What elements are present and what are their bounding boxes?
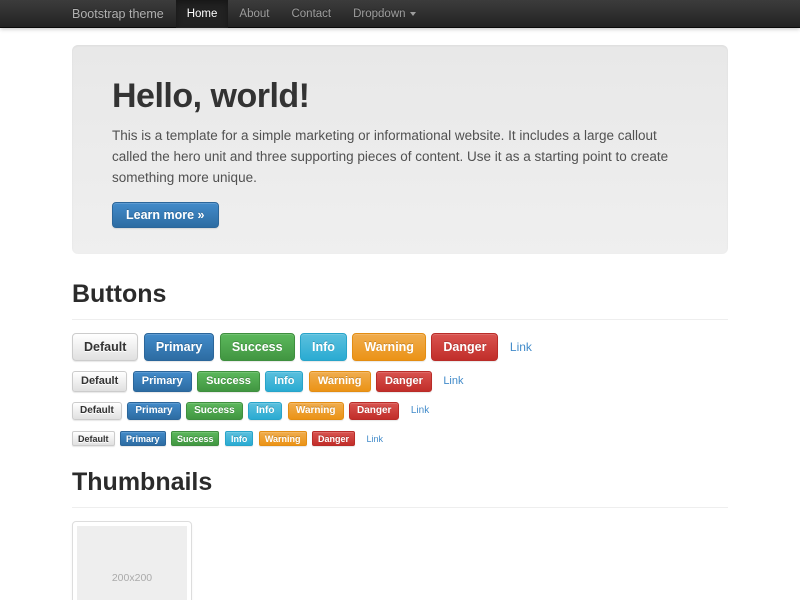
default-button-default[interactable]: Default: [72, 371, 127, 392]
hero-text: This is a template for a simple marketin…: [112, 126, 688, 189]
navbar-menu: HomeAboutContactDropdown: [176, 0, 427, 28]
navbar: Bootstrap theme HomeAboutContactDropdown: [0, 0, 800, 28]
warning-button-default[interactable]: Warning: [309, 371, 371, 392]
link-button-large[interactable]: Link: [510, 340, 532, 354]
success-button-large[interactable]: Success: [220, 333, 295, 361]
primary-button-large[interactable]: Primary: [144, 333, 215, 361]
danger-button-default[interactable]: Danger: [376, 371, 432, 392]
link-button-default[interactable]: Link: [443, 375, 463, 387]
caret-down-icon: [410, 12, 416, 16]
navbar-brand[interactable]: Bootstrap theme: [72, 0, 164, 28]
thumbnail-placeholder-label: 200x200: [112, 572, 152, 584]
link-button-small[interactable]: Link: [411, 405, 429, 416]
hero-unit: Hello, world! This is a template for a s…: [72, 45, 728, 254]
thumbnail-placeholder-image: 200x200: [77, 526, 187, 600]
primary-button-small[interactable]: Primary: [127, 402, 180, 420]
primary-button-default[interactable]: Primary: [133, 371, 192, 392]
nav-item-about[interactable]: About: [228, 0, 280, 28]
button-row-default: Default Primary Success Info Warning Dan…: [72, 371, 728, 392]
warning-button-large[interactable]: Warning: [352, 333, 426, 361]
success-button-small[interactable]: Success: [186, 402, 243, 420]
default-button-large[interactable]: Default: [72, 333, 138, 361]
info-button-extra-small[interactable]: Info: [225, 431, 254, 446]
buttons-heading: Buttons: [72, 280, 728, 309]
button-row-large: Default Primary Success Info Warning Dan…: [72, 333, 728, 361]
buttons-section-header: Buttons: [72, 280, 728, 320]
danger-button-extra-small[interactable]: Danger: [312, 431, 355, 446]
default-button-small[interactable]: Default: [72, 402, 122, 420]
thumbnails-section-header: Thumbnails: [72, 468, 728, 508]
thumbnails-heading: Thumbnails: [72, 468, 728, 497]
success-button-default[interactable]: Success: [197, 371, 260, 392]
learn-more-button[interactable]: Learn more »: [112, 202, 219, 228]
info-button-default[interactable]: Info: [265, 371, 303, 392]
success-button-extra-small[interactable]: Success: [171, 431, 220, 446]
danger-button-small[interactable]: Danger: [349, 402, 399, 420]
warning-button-extra-small[interactable]: Warning: [259, 431, 307, 446]
warning-button-small[interactable]: Warning: [288, 402, 344, 420]
hero-title: Hello, world!: [112, 77, 688, 116]
thumbnail[interactable]: 200x200: [72, 521, 192, 600]
info-button-large[interactable]: Info: [300, 333, 347, 361]
default-button-extra-small[interactable]: Default: [72, 431, 115, 446]
primary-button-extra-small[interactable]: Primary: [120, 431, 166, 446]
danger-button-large[interactable]: Danger: [431, 333, 498, 361]
button-rows: Default Primary Success Info Warning Dan…: [72, 333, 728, 448]
button-row-extra-small: Default Primary Success Info Warning Dan…: [72, 430, 728, 448]
button-row-small: Default Primary Success Info Warning Dan…: [72, 402, 728, 420]
nav-item-contact[interactable]: Contact: [280, 0, 342, 28]
nav-item-home[interactable]: Home: [176, 0, 229, 28]
link-button-extra-small[interactable]: Link: [366, 434, 383, 444]
nav-item-dropdown[interactable]: Dropdown: [342, 0, 426, 28]
info-button-small[interactable]: Info: [248, 402, 282, 420]
